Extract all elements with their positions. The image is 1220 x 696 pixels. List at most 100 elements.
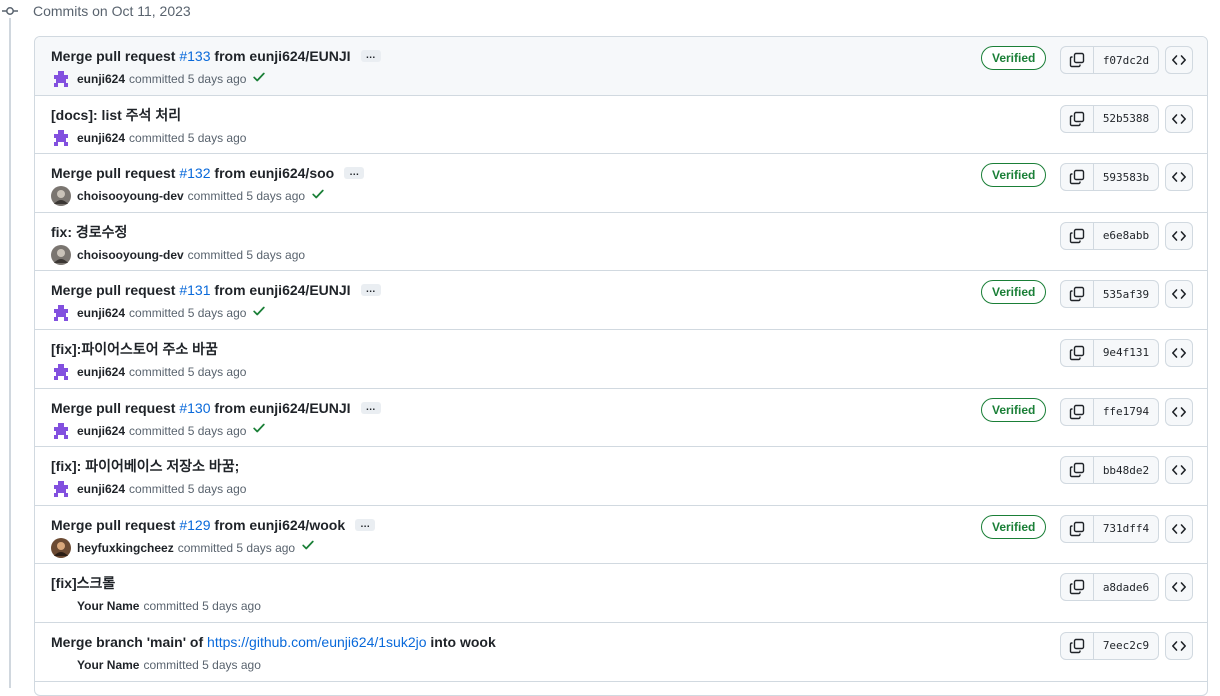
commit-sha-link[interactable]: 7eec2c9 xyxy=(1094,633,1158,659)
expand-message-button[interactable]: … xyxy=(360,50,381,62)
expand-message-button[interactable]: … xyxy=(360,401,381,414)
verified-badge[interactable]: Verified xyxy=(981,46,1047,70)
commit-sha-link[interactable]: 9e4f131 xyxy=(1094,340,1158,366)
copy-sha-button[interactable] xyxy=(1061,398,1094,425)
copy-sha-button[interactable] xyxy=(1061,339,1094,366)
avatar[interactable] xyxy=(51,537,71,558)
commit-title-text[interactable]: [docs]: list 주석 처리 xyxy=(51,106,181,124)
commit-title[interactable]: [fix]: 파이어베이스 저장소 바꿈; xyxy=(51,457,239,475)
commit-title[interactable]: [fix]스크롤 xyxy=(51,574,115,592)
verified-badge[interactable]: Verified xyxy=(981,514,1047,539)
commit-sha-link[interactable]: 535af39 xyxy=(1094,281,1158,307)
commit-title-text[interactable]: Merge pull request xyxy=(51,47,179,65)
commit-author[interactable]: choisooyoung-dev xyxy=(77,187,184,205)
commit-sha-link[interactable]: ffe1794 xyxy=(1094,399,1158,425)
avatar[interactable] xyxy=(51,128,71,148)
commit-sha-link[interactable]: 52b5388 xyxy=(1094,106,1158,132)
commit-author[interactable]: eunji624 xyxy=(77,70,125,88)
browse-repo-button[interactable] xyxy=(1165,104,1193,133)
commit-title[interactable]: Merge pull request #132 from eunji624/so… xyxy=(51,164,365,182)
verified-badge[interactable]: Verified xyxy=(981,397,1047,422)
verified-badge[interactable]: Verified xyxy=(981,163,1047,188)
avatar[interactable] xyxy=(51,244,71,265)
commit-title-link[interactable]: #129 xyxy=(179,516,210,534)
copy-sha-button[interactable] xyxy=(1061,281,1094,308)
expand-message-button[interactable]: … xyxy=(360,284,381,297)
check-icon[interactable] xyxy=(252,70,266,89)
expand-message-button[interactable]: … xyxy=(344,167,365,180)
commit-title-text[interactable]: Merge pull request xyxy=(51,399,179,417)
browse-repo-button[interactable] xyxy=(1165,46,1193,74)
copy-sha-button[interactable] xyxy=(1061,457,1094,484)
commit-title-text[interactable]: from eunji624/wook xyxy=(211,516,345,534)
check-icon[interactable] xyxy=(252,304,266,323)
avatar[interactable] xyxy=(51,362,71,382)
commit-title-text[interactable]: fix: 경로수정 xyxy=(51,223,127,241)
commit-title-text[interactable]: [fix]: 파이어베이스 저장소 바꿈; xyxy=(51,457,239,475)
commit-author[interactable]: Your Name xyxy=(77,656,139,674)
avatar[interactable] xyxy=(51,303,71,323)
copy-sha-button[interactable] xyxy=(1061,574,1094,601)
commit-title[interactable]: Merge pull request #133 from eunji624/EU… xyxy=(51,47,381,65)
commit-author[interactable]: Your Name xyxy=(77,597,139,615)
commit-sha-link[interactable]: e6e8abb xyxy=(1094,223,1158,249)
commit-title-link[interactable]: https://github.com/eunji624/1suk2jo xyxy=(207,633,426,651)
browse-repo-button[interactable] xyxy=(1165,221,1193,250)
avatar[interactable] xyxy=(51,479,71,499)
copy-sha-button[interactable] xyxy=(1061,222,1094,249)
commit-sha-link[interactable]: bb48de2 xyxy=(1094,457,1158,483)
commit-author[interactable]: eunji624 xyxy=(77,422,125,440)
commit-title[interactable]: Merge pull request #130 from eunji624/EU… xyxy=(51,399,381,417)
commit-title[interactable]: Merge pull request #131 from eunji624/EU… xyxy=(51,281,381,299)
verified-badge[interactable]: Verified xyxy=(981,280,1047,305)
commit-author[interactable]: eunji624 xyxy=(77,304,125,322)
commit-title-link[interactable]: #131 xyxy=(179,281,210,299)
commit-title-text[interactable]: from eunji624/EUNJI xyxy=(211,399,350,417)
commit-title-text[interactable]: Merge pull request xyxy=(51,164,179,182)
avatar[interactable] xyxy=(51,186,71,207)
commit-title[interactable]: fix: 경로수정 xyxy=(51,223,127,241)
commit-title-link[interactable]: #133 xyxy=(179,47,210,65)
browse-repo-button[interactable] xyxy=(1165,573,1193,602)
copy-sha-button[interactable] xyxy=(1061,47,1094,73)
commit-title-text[interactable]: from eunji624/EUNJI xyxy=(211,47,350,65)
browse-repo-button[interactable] xyxy=(1165,280,1193,309)
commit-sha-link[interactable]: 731dff4 xyxy=(1094,516,1158,542)
browse-repo-button[interactable] xyxy=(1165,163,1193,192)
commit-title-text[interactable]: Merge branch 'main' of xyxy=(51,633,207,651)
check-icon[interactable] xyxy=(301,538,315,557)
browse-repo-button[interactable] xyxy=(1165,338,1193,367)
copy-sha-button[interactable] xyxy=(1061,515,1094,542)
commit-title-text[interactable]: [fix]스크롤 xyxy=(51,574,115,592)
copy-sha-button[interactable] xyxy=(1061,632,1094,659)
commit-author[interactable]: eunji624 xyxy=(77,129,125,147)
browse-repo-button[interactable] xyxy=(1165,456,1193,485)
expand-message-button[interactable]: … xyxy=(355,518,376,531)
browse-repo-button[interactable] xyxy=(1165,397,1193,426)
commit-title-text[interactable]: Merge pull request xyxy=(51,281,179,299)
commit-author[interactable]: eunji624 xyxy=(77,363,125,381)
commit-title-link[interactable]: #130 xyxy=(179,399,210,417)
commit-title-text[interactable]: Merge pull request xyxy=(51,516,179,534)
commit-sha-link[interactable]: 593583b xyxy=(1094,164,1158,190)
check-icon[interactable] xyxy=(311,187,325,206)
check-icon[interactable] xyxy=(252,421,266,440)
avatar[interactable] xyxy=(51,69,71,89)
commit-title-text[interactable]: from eunji624/EUNJI xyxy=(211,281,350,299)
commit-author[interactable]: choisooyoung-dev xyxy=(77,246,184,264)
commit-title-link[interactable]: #132 xyxy=(179,164,210,182)
browse-repo-button[interactable] xyxy=(1165,631,1193,660)
commit-title-text[interactable]: [fix]:파이어스토어 주소 바꿈 xyxy=(51,340,218,358)
commit-sha-link[interactable]: f07dc2d xyxy=(1094,47,1158,73)
copy-sha-button[interactable] xyxy=(1061,164,1094,191)
commit-author[interactable]: eunji624 xyxy=(77,480,125,498)
commit-title[interactable]: [docs]: list 주석 처리 xyxy=(51,106,181,124)
commit-title[interactable]: [fix]:파이어스토어 주소 바꿈 xyxy=(51,340,218,358)
commit-title-text[interactable]: from eunji624/soo xyxy=(211,164,334,182)
commit-title[interactable]: Merge branch 'main' of https://github.co… xyxy=(51,633,496,651)
commit-sha-link[interactable]: a8dade6 xyxy=(1094,574,1158,600)
commit-title[interactable]: Merge pull request #129 from eunji624/wo… xyxy=(51,516,376,534)
commit-author[interactable]: heyfuxkingcheez xyxy=(77,539,174,557)
commit-title-text[interactable]: into wook xyxy=(427,633,495,651)
copy-sha-button[interactable] xyxy=(1061,105,1094,132)
